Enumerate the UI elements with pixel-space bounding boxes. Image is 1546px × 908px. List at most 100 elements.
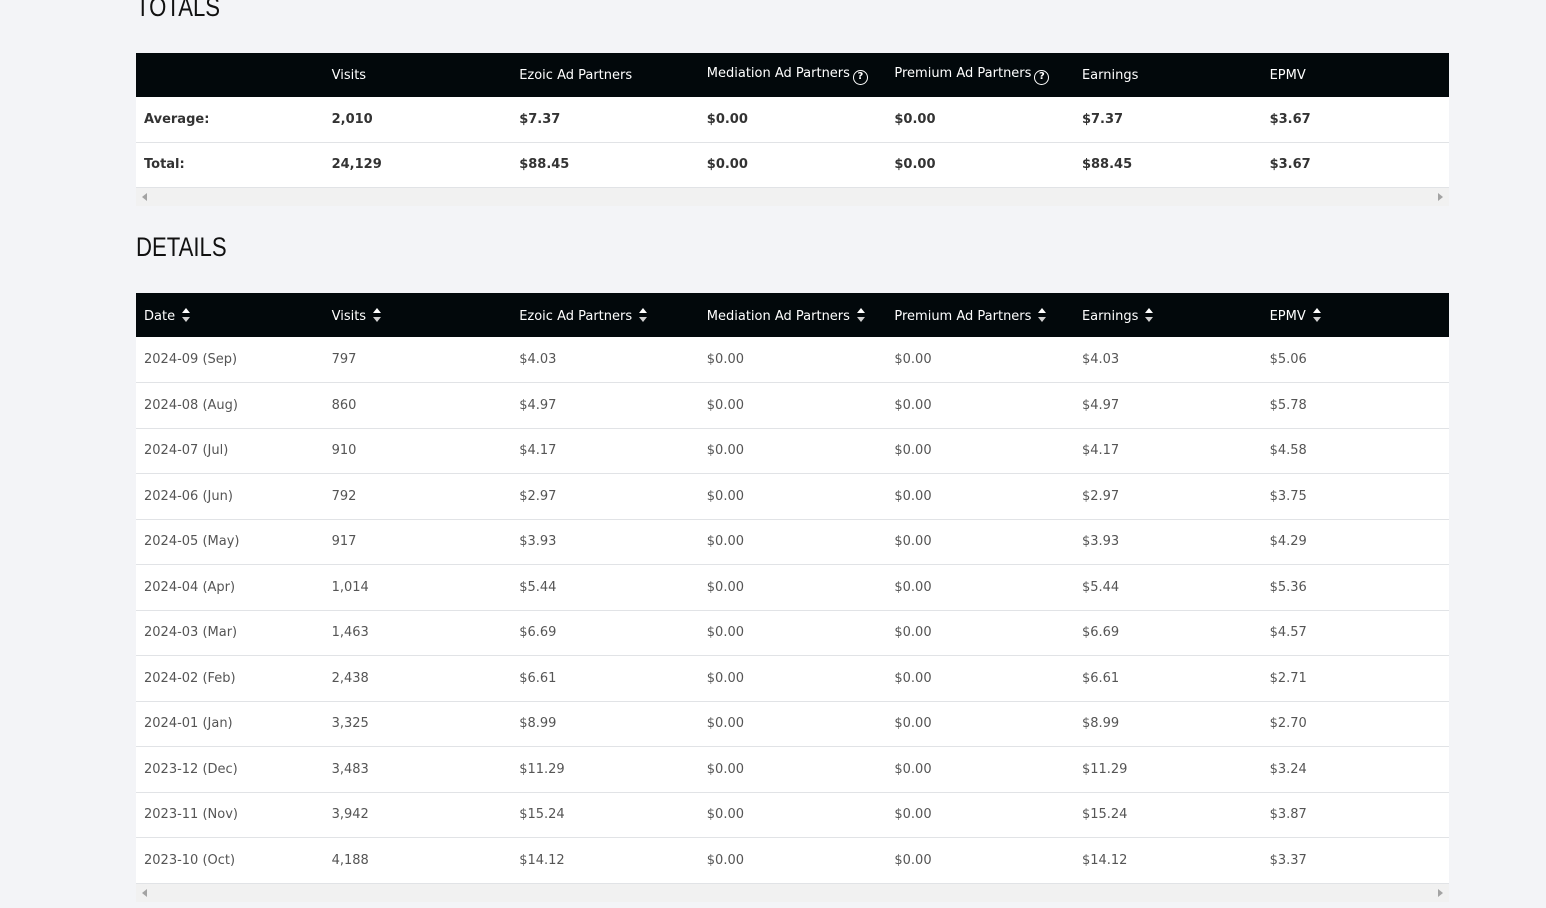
cell-ezoic: $14.12 (511, 837, 699, 884)
sort-header-mediation[interactable]: Mediation Ad Partners (699, 293, 887, 337)
cell-earnings: $4.97 (1073, 382, 1262, 429)
cell-earnings: $7.37 (1073, 97, 1262, 143)
cell-visits: 797 (323, 337, 512, 383)
table-row: 2023-12 (Dec) 3,483 $11.29 $0.00 $0.00 $11.29… (136, 746, 1449, 793)
sort-header-ezoic[interactable]: Ezoic Ad Partners (511, 293, 699, 337)
cell-ezoic: $5.44 (511, 564, 699, 611)
cell-premium: $0.00 (886, 382, 1074, 429)
cell-epmv: $3.67 (1261, 97, 1449, 143)
cell-earnings: $5.44 (1073, 564, 1262, 611)
cell-premium: $0.00 (886, 142, 1074, 188)
table-row: 2024-02 (Feb) 2,438 $6.61 $0.00 $0.00 $6.61 $2… (136, 655, 1449, 702)
cell-visits: 2,010 (323, 97, 512, 143)
cell-premium: $0.00 (886, 428, 1074, 474)
cell-visits: 2,438 (323, 655, 512, 702)
cell-visits: 917 (323, 519, 512, 565)
help-icon[interactable]: ? (1034, 69, 1050, 85)
cell-earnings: $14.12 (1073, 837, 1262, 884)
scroll-right-icon[interactable] (1438, 192, 1443, 201)
details-horizontal-scrollbar[interactable] (136, 883, 1449, 902)
cell-ezoic: $15.24 (511, 792, 699, 838)
cell-date: 2023-10 (Oct) (136, 837, 324, 884)
cell-date: 2024-08 (Aug) (136, 382, 324, 429)
totals-header-label (136, 53, 324, 97)
details-header-row: Date Visits Ezoic Ad Partners Mediation … (136, 293, 1449, 337)
cell-premium: $0.00 (886, 792, 1074, 838)
table-row: 2024-05 (May) 917 $3.93 $0.00 $0.00 $3.93 $4.2… (136, 519, 1449, 565)
cell-mediation: $0.00 (698, 473, 887, 520)
cell-date: Total: (136, 142, 324, 188)
cell-date: 2024-02 (Feb) (136, 655, 324, 702)
cell-epmv: $5.06 (1261, 337, 1449, 383)
sort-header-premium[interactable]: Premium Ad Partners (886, 293, 1074, 337)
cell-ezoic: $8.99 (511, 701, 699, 747)
cell-ezoic: $7.37 (511, 97, 699, 143)
sort-icon (1145, 307, 1154, 323)
table-row: 2023-10 (Oct) 4,188 $14.12 $0.00 $0.00 $14.12… (136, 837, 1449, 884)
totals-horizontal-scrollbar[interactable] (136, 187, 1449, 206)
cell-premium: $0.00 (886, 837, 1074, 884)
cell-date: 2023-11 (Nov) (136, 792, 324, 838)
cell-premium: $0.00 (886, 655, 1074, 702)
cell-visits: 910 (323, 428, 512, 474)
cell-visits: 3,483 (323, 746, 512, 793)
cell-visits: 24,129 (323, 142, 512, 188)
cell-earnings: $6.69 (1073, 610, 1262, 656)
help-icon[interactable]: ? (852, 69, 868, 85)
table-row: 2024-06 (Jun) 792 $2.97 $0.00 $0.00 $2.97 $3.7… (136, 473, 1449, 520)
sort-header-epmv[interactable]: EPMV (1262, 293, 1449, 337)
totals-header-visits: Visits (331, 67, 367, 83)
totals-header-row: Visits Ezoic Ad Partners Mediation Ad Pa… (136, 53, 1449, 97)
sort-header-visits[interactable]: Visits (324, 293, 512, 337)
cell-premium: $0.00 (886, 701, 1074, 747)
table-row: 2024-07 (Jul) 910 $4.17 $0.00 $0.00 $4.17 $4.5… (136, 428, 1449, 474)
totals-row: Average: 2,010 $7.37 $0.00 $0.00 $7.37 $3.67 (136, 97, 1449, 143)
sort-icon (856, 307, 865, 323)
scroll-left-icon[interactable] (142, 888, 147, 897)
cell-ezoic: $4.03 (511, 337, 699, 383)
cell-earnings: $15.24 (1073, 792, 1262, 838)
scroll-right-icon[interactable] (1438, 888, 1443, 897)
cell-premium: $0.00 (886, 97, 1074, 143)
cell-epmv: $3.75 (1261, 473, 1449, 520)
cell-mediation: $0.00 (698, 337, 887, 383)
cell-mediation: $0.00 (698, 564, 887, 611)
cell-premium: $0.00 (886, 519, 1074, 565)
cell-ezoic: $6.61 (511, 655, 699, 702)
cell-date: Average: (136, 97, 324, 143)
totals-table-wrapper: Visits Ezoic Ad Partners Mediation Ad Pa… (136, 53, 1449, 206)
sort-icon (1038, 307, 1047, 323)
sort-header-earnings[interactable]: Earnings (1074, 293, 1262, 337)
cell-mediation: $0.00 (698, 746, 887, 793)
cell-ezoic: $6.69 (511, 610, 699, 656)
sort-header-date[interactable]: Date (136, 293, 324, 337)
cell-premium: $0.00 (886, 473, 1074, 520)
cell-epmv: $3.24 (1261, 746, 1449, 793)
cell-mediation: $0.00 (698, 519, 887, 565)
sort-icon (182, 307, 191, 323)
totals-header-ezoic: Ezoic Ad Partners (519, 67, 633, 83)
cell-earnings: $8.99 (1073, 701, 1262, 747)
cell-ezoic: $88.45 (511, 142, 699, 188)
cell-epmv: $5.36 (1261, 564, 1449, 611)
totals-header-epmv: EPMV (1269, 67, 1306, 83)
table-row: 2024-08 (Aug) 860 $4.97 $0.00 $0.00 $4.97 $5.7… (136, 382, 1449, 429)
cell-earnings: $2.97 (1073, 473, 1262, 520)
cell-date: 2023-12 (Dec) (136, 746, 324, 793)
cell-date: 2024-04 (Apr) (136, 564, 324, 611)
table-row: 2024-01 (Jan) 3,325 $8.99 $0.00 $0.00 $8.99 $2… (136, 701, 1449, 747)
cell-epmv: $3.37 (1261, 837, 1449, 884)
cell-epmv: $4.58 (1261, 428, 1449, 474)
totals-header-earnings: Earnings (1081, 67, 1139, 83)
cell-visits: 3,942 (323, 792, 512, 838)
cell-mediation: $0.00 (698, 382, 887, 429)
cell-epmv: $4.29 (1261, 519, 1449, 565)
details-table-wrapper: Date Visits Ezoic Ad Partners Mediation … (136, 293, 1449, 902)
cell-visits: 1,463 (323, 610, 512, 656)
cell-date: 2024-09 (Sep) (136, 337, 324, 383)
cell-mediation: $0.00 (698, 655, 887, 702)
cell-earnings: $4.03 (1073, 337, 1262, 383)
details-title: DETAILS (136, 232, 227, 262)
scroll-left-icon[interactable] (142, 192, 147, 201)
cell-epmv: $3.67 (1261, 142, 1449, 188)
